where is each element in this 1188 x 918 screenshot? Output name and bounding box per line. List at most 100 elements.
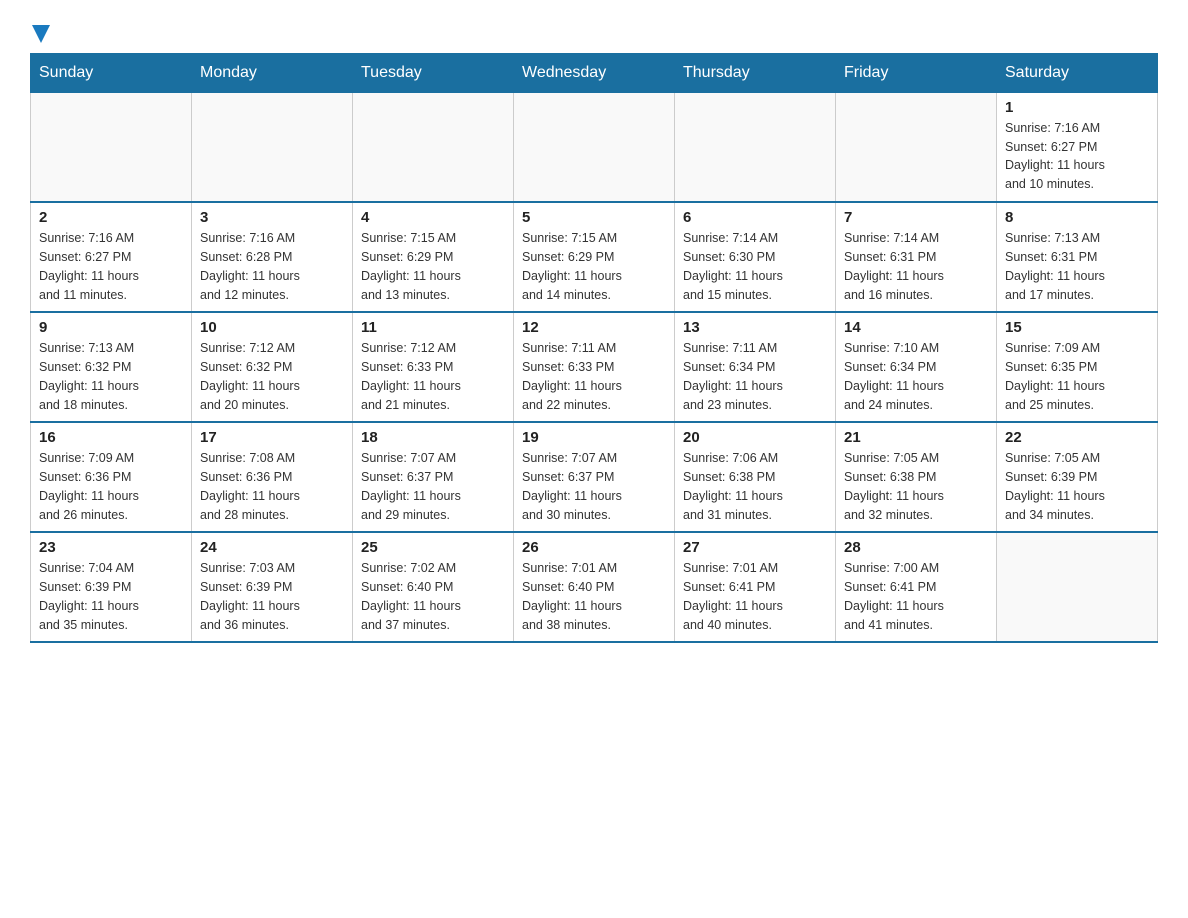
calendar-cell: 5 Sunrise: 7:15 AM Sunset: 6:29 PM Daylig… [514, 202, 675, 312]
day-number: 27 [683, 539, 827, 556]
calendar-cell: 15 Sunrise: 7:09 AM Sunset: 6:35 PM Dayli… [997, 312, 1158, 422]
calendar-cell: 16 Sunrise: 7:09 AM Sunset: 6:36 PM Dayli… [31, 422, 192, 532]
day-number: 16 [39, 429, 183, 446]
day-info: Sunrise: 7:02 AM Sunset: 6:40 PM Dayligh… [361, 559, 505, 634]
calendar-cell: 11 Sunrise: 7:12 AM Sunset: 6:33 PM Dayli… [353, 312, 514, 422]
day-info: Sunrise: 7:09 AM Sunset: 6:35 PM Dayligh… [1005, 339, 1149, 414]
day-info: Sunrise: 7:11 AM Sunset: 6:33 PM Dayligh… [522, 339, 666, 414]
calendar-cell: 19 Sunrise: 7:07 AM Sunset: 6:37 PM Dayli… [514, 422, 675, 532]
calendar-cell [675, 92, 836, 202]
day-number: 22 [1005, 429, 1149, 446]
day-number: 5 [522, 209, 666, 226]
day-info: Sunrise: 7:16 AM Sunset: 6:27 PM Dayligh… [39, 229, 183, 304]
day-number: 14 [844, 319, 988, 336]
day-info: Sunrise: 7:15 AM Sunset: 6:29 PM Dayligh… [361, 229, 505, 304]
calendar-header: SundayMondayTuesdayWednesdayThursdayFrid… [31, 53, 1158, 92]
calendar-cell: 4 Sunrise: 7:15 AM Sunset: 6:29 PM Daylig… [353, 202, 514, 312]
calendar-cell [836, 92, 997, 202]
day-number: 28 [844, 539, 988, 556]
calendar-week-row: 23 Sunrise: 7:04 AM Sunset: 6:39 PM Dayli… [31, 532, 1158, 642]
day-info: Sunrise: 7:11 AM Sunset: 6:34 PM Dayligh… [683, 339, 827, 414]
weekday-header-friday: Friday [836, 53, 997, 92]
calendar-cell: 20 Sunrise: 7:06 AM Sunset: 6:38 PM Dayli… [675, 422, 836, 532]
weekday-header-monday: Monday [192, 53, 353, 92]
calendar-week-row: 2 Sunrise: 7:16 AM Sunset: 6:27 PM Daylig… [31, 202, 1158, 312]
day-number: 7 [844, 209, 988, 226]
calendar-cell [353, 92, 514, 202]
logo-triangle-icon [32, 25, 50, 43]
calendar-cell: 6 Sunrise: 7:14 AM Sunset: 6:30 PM Daylig… [675, 202, 836, 312]
calendar-cell: 27 Sunrise: 7:01 AM Sunset: 6:41 PM Dayli… [675, 532, 836, 642]
calendar-cell: 13 Sunrise: 7:11 AM Sunset: 6:34 PM Dayli… [675, 312, 836, 422]
calendar-cell: 1 Sunrise: 7:16 AM Sunset: 6:27 PM Daylig… [997, 92, 1158, 202]
day-number: 24 [200, 539, 344, 556]
calendar-cell: 2 Sunrise: 7:16 AM Sunset: 6:27 PM Daylig… [31, 202, 192, 312]
calendar-week-row: 16 Sunrise: 7:09 AM Sunset: 6:36 PM Dayli… [31, 422, 1158, 532]
weekday-header-wednesday: Wednesday [514, 53, 675, 92]
day-info: Sunrise: 7:01 AM Sunset: 6:40 PM Dayligh… [522, 559, 666, 634]
calendar-cell: 23 Sunrise: 7:04 AM Sunset: 6:39 PM Dayli… [31, 532, 192, 642]
day-number: 20 [683, 429, 827, 446]
calendar-cell [997, 532, 1158, 642]
day-info: Sunrise: 7:16 AM Sunset: 6:27 PM Dayligh… [1005, 119, 1149, 194]
page-header [30, 20, 1158, 43]
day-number: 15 [1005, 319, 1149, 336]
day-info: Sunrise: 7:04 AM Sunset: 6:39 PM Dayligh… [39, 559, 183, 634]
day-info: Sunrise: 7:08 AM Sunset: 6:36 PM Dayligh… [200, 449, 344, 524]
calendar-cell: 26 Sunrise: 7:01 AM Sunset: 6:40 PM Dayli… [514, 532, 675, 642]
calendar-cell [514, 92, 675, 202]
day-info: Sunrise: 7:09 AM Sunset: 6:36 PM Dayligh… [39, 449, 183, 524]
day-info: Sunrise: 7:13 AM Sunset: 6:32 PM Dayligh… [39, 339, 183, 414]
day-number: 12 [522, 319, 666, 336]
day-number: 19 [522, 429, 666, 446]
weekday-header-tuesday: Tuesday [353, 53, 514, 92]
day-number: 4 [361, 209, 505, 226]
calendar-cell: 9 Sunrise: 7:13 AM Sunset: 6:32 PM Daylig… [31, 312, 192, 422]
day-info: Sunrise: 7:07 AM Sunset: 6:37 PM Dayligh… [361, 449, 505, 524]
day-info: Sunrise: 7:12 AM Sunset: 6:33 PM Dayligh… [361, 339, 505, 414]
day-number: 3 [200, 209, 344, 226]
day-info: Sunrise: 7:01 AM Sunset: 6:41 PM Dayligh… [683, 559, 827, 634]
day-info: Sunrise: 7:03 AM Sunset: 6:39 PM Dayligh… [200, 559, 344, 634]
day-number: 23 [39, 539, 183, 556]
weekday-header-saturday: Saturday [997, 53, 1158, 92]
day-number: 18 [361, 429, 505, 446]
day-number: 17 [200, 429, 344, 446]
day-number: 6 [683, 209, 827, 226]
day-info: Sunrise: 7:10 AM Sunset: 6:34 PM Dayligh… [844, 339, 988, 414]
day-info: Sunrise: 7:05 AM Sunset: 6:38 PM Dayligh… [844, 449, 988, 524]
weekday-header-thursday: Thursday [675, 53, 836, 92]
day-info: Sunrise: 7:13 AM Sunset: 6:31 PM Dayligh… [1005, 229, 1149, 304]
day-info: Sunrise: 7:00 AM Sunset: 6:41 PM Dayligh… [844, 559, 988, 634]
calendar-cell [31, 92, 192, 202]
calendar-cell [192, 92, 353, 202]
day-number: 1 [1005, 99, 1149, 116]
calendar-table: SundayMondayTuesdayWednesdayThursdayFrid… [30, 53, 1158, 644]
day-number: 26 [522, 539, 666, 556]
calendar-body: 1 Sunrise: 7:16 AM Sunset: 6:27 PM Daylig… [31, 92, 1158, 642]
day-number: 9 [39, 319, 183, 336]
weekday-header-sunday: Sunday [31, 53, 192, 92]
calendar-cell: 8 Sunrise: 7:13 AM Sunset: 6:31 PM Daylig… [997, 202, 1158, 312]
day-info: Sunrise: 7:05 AM Sunset: 6:39 PM Dayligh… [1005, 449, 1149, 524]
calendar-cell: 12 Sunrise: 7:11 AM Sunset: 6:33 PM Dayli… [514, 312, 675, 422]
day-info: Sunrise: 7:06 AM Sunset: 6:38 PM Dayligh… [683, 449, 827, 524]
calendar-cell: 22 Sunrise: 7:05 AM Sunset: 6:39 PM Dayli… [997, 422, 1158, 532]
calendar-cell: 14 Sunrise: 7:10 AM Sunset: 6:34 PM Dayli… [836, 312, 997, 422]
day-info: Sunrise: 7:14 AM Sunset: 6:31 PM Dayligh… [844, 229, 988, 304]
day-number: 8 [1005, 209, 1149, 226]
day-number: 21 [844, 429, 988, 446]
day-info: Sunrise: 7:07 AM Sunset: 6:37 PM Dayligh… [522, 449, 666, 524]
day-number: 11 [361, 319, 505, 336]
calendar-cell: 28 Sunrise: 7:00 AM Sunset: 6:41 PM Dayli… [836, 532, 997, 642]
day-info: Sunrise: 7:15 AM Sunset: 6:29 PM Dayligh… [522, 229, 666, 304]
day-number: 2 [39, 209, 183, 226]
calendar-cell: 7 Sunrise: 7:14 AM Sunset: 6:31 PM Daylig… [836, 202, 997, 312]
weekday-header-row: SundayMondayTuesdayWednesdayThursdayFrid… [31, 53, 1158, 92]
day-info: Sunrise: 7:16 AM Sunset: 6:28 PM Dayligh… [200, 229, 344, 304]
calendar-cell: 10Sunrise: 7:12 AM Sunset: 6:32 PM Dayli… [192, 312, 353, 422]
day-info: Sunrise: 7:14 AM Sunset: 6:30 PM Dayligh… [683, 229, 827, 304]
calendar-cell: 18 Sunrise: 7:07 AM Sunset: 6:37 PM Dayli… [353, 422, 514, 532]
day-number: 13 [683, 319, 827, 336]
calendar-week-row: 9 Sunrise: 7:13 AM Sunset: 6:32 PM Daylig… [31, 312, 1158, 422]
